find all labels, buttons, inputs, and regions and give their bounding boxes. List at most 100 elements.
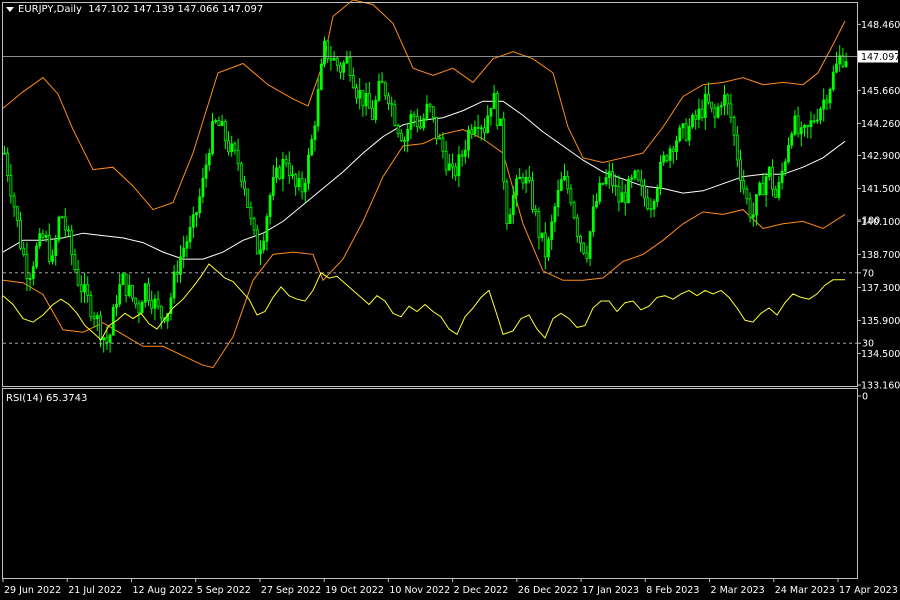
candle-body [303, 182, 307, 193]
date-tick-label: 29 Jun 2022 [4, 585, 61, 596]
candle-body [268, 195, 272, 217]
candle-body [707, 93, 710, 103]
candle-body [799, 127, 803, 135]
price-tick-label: 142.900 [861, 151, 900, 162]
candle-body [9, 175, 13, 197]
candle-body [332, 57, 336, 61]
candle-body [588, 231, 592, 259]
candle-body [403, 140, 406, 142]
candle-body [380, 80, 384, 84]
candle-body [742, 179, 746, 190]
candle-body [118, 284, 122, 305]
candle-body [422, 118, 426, 129]
date-tick-label: 24 Mar 2023 [775, 585, 835, 596]
candle-body [67, 229, 70, 232]
candle-body [409, 114, 413, 130]
lower-bollinger-band [2, 128, 846, 369]
price-panel [2, 0, 858, 369]
candle-body [201, 177, 205, 198]
candle-body [598, 182, 602, 202]
candle-body [556, 190, 560, 208]
candle-body [700, 108, 704, 118]
date-tick-label: 21 Jul 2022 [68, 585, 122, 596]
candle-body [486, 115, 490, 133]
candle-body [371, 107, 374, 120]
price-tick-label: 144.260 [861, 119, 900, 130]
upper-bollinger-band [2, 0, 846, 211]
candle-body [412, 114, 416, 117]
candle-body [719, 105, 723, 108]
candle-body [323, 40, 326, 65]
candle-body [246, 188, 250, 208]
candle-body [812, 120, 816, 123]
candle-body [703, 93, 707, 118]
candle-body [134, 297, 138, 305]
candle-body [735, 134, 739, 161]
candle-body [310, 139, 314, 156]
candle-body [604, 177, 608, 185]
candle-body [783, 161, 787, 172]
candle-body [681, 123, 685, 129]
candle-body [335, 57, 339, 66]
candle-body [63, 216, 67, 231]
candle-body [329, 58, 333, 61]
candle-body [41, 233, 45, 238]
candle-body [550, 221, 554, 240]
candle-body [281, 158, 285, 179]
candle-body [73, 254, 77, 271]
candle-body [611, 171, 614, 187]
candle-body [835, 63, 838, 73]
date-tick-label: 10 Nov 2022 [389, 585, 450, 596]
candle-body [291, 174, 294, 177]
candle-body [121, 273, 125, 286]
candle-body [499, 118, 502, 127]
candle-body [518, 176, 522, 180]
candle-body [3, 152, 6, 155]
candle-body [467, 129, 470, 151]
candle-body [595, 200, 598, 208]
date-tick-label: 12 Aug 2022 [132, 585, 193, 596]
candle-body [844, 61, 848, 67]
rsi-tick-label: 0 [862, 392, 868, 403]
candle-body [156, 298, 160, 307]
candle-body [262, 240, 266, 251]
symbol-label: EURJPY,Daily [18, 4, 82, 15]
candle-body [457, 154, 461, 177]
candle-body [428, 103, 432, 108]
candle-body [505, 181, 509, 225]
candle-body [543, 232, 547, 258]
candle-body [140, 301, 144, 314]
candle-body [559, 179, 563, 191]
price-tick-label: 148.460 [861, 20, 900, 31]
dropdown-triangle-icon[interactable] [6, 6, 14, 12]
candle-body [463, 149, 467, 157]
candle-body [787, 144, 790, 163]
candle-body [396, 125, 400, 134]
rsi-tick-label: 70 [862, 268, 874, 279]
candle-body [675, 140, 678, 153]
candle-body [755, 194, 758, 216]
price-tick-label: 135.900 [861, 316, 900, 327]
candle-body [271, 177, 275, 196]
candle-body [489, 108, 493, 117]
candle-body [566, 175, 570, 190]
candle-body [345, 56, 349, 64]
candle-body [259, 249, 262, 255]
candle-body [771, 166, 774, 190]
candle-body [137, 303, 141, 314]
candle-body [415, 116, 419, 128]
candle-body [819, 108, 822, 121]
candle-body [694, 114, 698, 120]
candle-body [473, 126, 477, 135]
candle-body [211, 121, 214, 154]
candle-body [678, 127, 682, 142]
candle-body [601, 182, 605, 185]
candle-body [809, 120, 813, 128]
candle-body [623, 192, 627, 204]
candle-body [831, 71, 835, 90]
candle-body [223, 121, 227, 142]
candle-body [483, 127, 486, 134]
candle-body [307, 154, 310, 184]
candle-body [143, 283, 147, 303]
candle-body [25, 254, 29, 280]
